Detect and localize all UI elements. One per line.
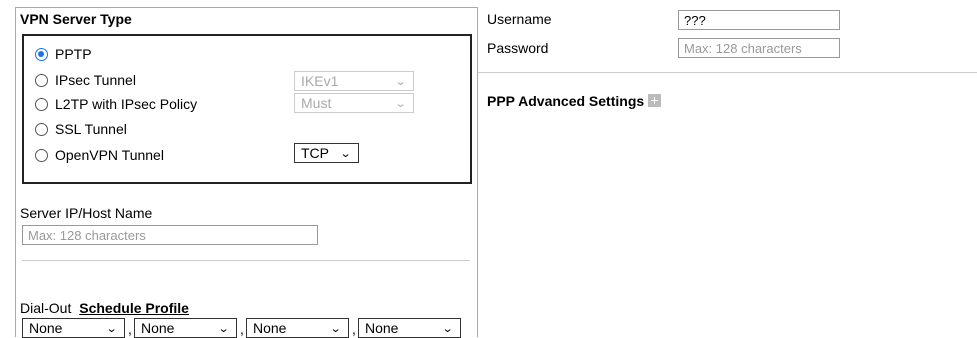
vpn-server-type-group: PPTP IPsec Tunnel IKEv1 ⌄ L2TP with IPse…	[22, 34, 472, 184]
schedule-value-4: None	[365, 320, 399, 336]
server-host-label: Server IP/Host Name	[20, 205, 153, 221]
vpn-profile-panel: VPN Server Type PPTP IPsec Tunnel IKEv1 …	[0, 0, 977, 338]
plus-icon[interactable]	[648, 94, 662, 107]
right-column: Username ??? Password Max: 128 character…	[477, 7, 977, 337]
ppp-advanced-title: PPP Advanced Settings	[487, 93, 645, 109]
vpn-server-type-title: VPN Server Type	[20, 11, 132, 27]
option-openvpn-tunnel[interactable]: OpenVPN Tunnel	[24, 144, 164, 166]
option-l2tp-ipsec-label: L2TP with IPsec Policy	[55, 96, 198, 112]
option-openvpn-tunnel-label: OpenVPN Tunnel	[55, 147, 164, 163]
openvpn-protocol-value: TCP	[301, 145, 329, 161]
chevron-down-icon: ⌄	[329, 323, 342, 335]
chevron-down-icon: ⌄	[394, 76, 407, 88]
schedule-value-1: None	[29, 320, 63, 336]
username-label: Username	[487, 11, 552, 27]
ipsec-type-select: IKEv1 ⌄	[294, 71, 414, 91]
openvpn-protocol-select[interactable]: TCP ⌄	[294, 143, 359, 163]
option-ssl-tunnel[interactable]: SSL Tunnel	[24, 118, 127, 140]
schedule-value-3: None	[253, 320, 287, 336]
radio-pptp[interactable]	[35, 47, 48, 61]
left-column: VPN Server Type PPTP IPsec Tunnel IKEv1 …	[15, 7, 478, 338]
option-pptp[interactable]: PPTP	[24, 43, 92, 65]
schedule-select-4[interactable]: None ⌄	[358, 318, 461, 338]
chevron-down-icon: ⌄	[394, 98, 407, 110]
chevron-down-icon: ⌄	[105, 323, 118, 335]
option-ssl-tunnel-label: SSL Tunnel	[55, 121, 127, 137]
option-pptp-label: PPTP	[55, 46, 92, 62]
schedule-profile-link[interactable]: Schedule Profile	[79, 300, 189, 316]
schedule-select-2[interactable]: None ⌄	[134, 318, 237, 338]
schedule-select-1[interactable]: None ⌄	[22, 318, 125, 338]
l2tp-policy-select: Must ⌄	[294, 93, 414, 113]
dialout-label: Dial-Out	[20, 300, 72, 316]
chevron-down-icon: ⌄	[217, 323, 230, 335]
schedule-select-3[interactable]: None ⌄	[246, 318, 349, 338]
radio-l2tp-ipsec[interactable]	[35, 97, 48, 111]
password-input[interactable]: Max: 128 characters	[678, 38, 840, 58]
section-divider	[22, 260, 470, 261]
l2tp-policy-value: Must	[301, 95, 332, 111]
option-l2tp-ipsec[interactable]: L2TP with IPsec Policy	[24, 93, 197, 115]
ipsec-type-value: IKEv1	[301, 73, 339, 89]
server-host-input[interactable]: Max: 128 characters	[22, 225, 318, 245]
ppp-advanced-settings[interactable]: PPP Advanced Settings	[487, 93, 662, 109]
option-ipsec-tunnel-label: IPsec Tunnel	[55, 72, 136, 88]
column-divider	[477, 7, 478, 337]
section-divider	[477, 72, 977, 73]
username-input[interactable]: ???	[678, 10, 840, 30]
schedule-value-2: None	[141, 320, 175, 336]
chevron-down-icon: ⌄	[339, 148, 352, 160]
radio-ipsec-tunnel[interactable]	[35, 73, 48, 87]
radio-openvpn-tunnel[interactable]	[35, 148, 48, 162]
chevron-down-icon: ⌄	[441, 323, 454, 335]
radio-ssl-tunnel[interactable]	[35, 122, 48, 136]
option-ipsec-tunnel[interactable]: IPsec Tunnel	[24, 69, 136, 91]
dialout-row: Dial-Out Schedule Profile	[20, 300, 189, 316]
password-label: Password	[487, 40, 549, 56]
